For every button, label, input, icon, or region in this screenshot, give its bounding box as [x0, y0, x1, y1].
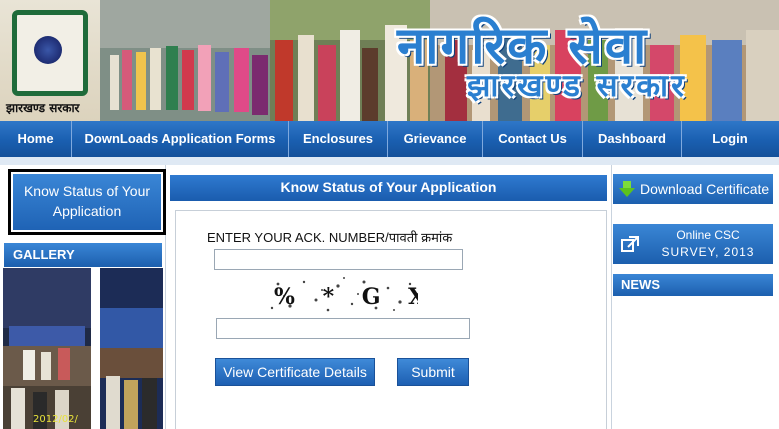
logo: झारखण्ड सरकार [0, 0, 100, 121]
nav-login[interactable]: Login [682, 121, 778, 157]
nav-divider [0, 157, 779, 165]
online-csc-survey-button[interactable]: Online CSC SURVEY, 2013 [613, 224, 773, 264]
captcha-text: % * G X [274, 284, 418, 310]
nav-downloads[interactable]: DownLoads Application Forms [72, 121, 289, 157]
gallery-photo-2-image [100, 268, 163, 429]
gallery-heading: GALLERY [4, 243, 162, 267]
left-sidebar: Know Status of Your Application GALLERY … [0, 165, 166, 429]
banner-subtitle: झारखण्ड सरकार [467, 68, 687, 104]
gallery-caption: 2012/02/ [33, 414, 79, 425]
csc-survey-line-2: SURVEY, 2013 [661, 245, 755, 259]
captcha-image: % * G X [268, 276, 418, 314]
csc-survey-line-1: Online CSC [676, 228, 740, 242]
know-status-highlight: Know Status of Your Application [8, 169, 166, 235]
submit-button[interactable]: Submit [397, 358, 469, 386]
nav-dashboard[interactable]: Dashboard [583, 121, 682, 157]
logo-caption: झारखण्ड सरकार [6, 101, 80, 115]
main-nav: Home DownLoads Application Forms Enclosu… [0, 121, 779, 157]
gallery-photo-2[interactable] [100, 268, 163, 429]
nav-home[interactable]: Home [0, 121, 72, 157]
right-sidebar [611, 165, 779, 429]
download-certificate-button[interactable]: Download Certificate [613, 174, 773, 204]
ack-number-input[interactable] [214, 249, 463, 270]
gallery-photo-1[interactable]: 2012/02/ [3, 268, 91, 429]
application-status-heading: Know Status of Your Application [170, 175, 607, 201]
news-heading: NEWS [613, 274, 773, 296]
view-certificate-details-button[interactable]: View Certificate Details [215, 358, 375, 386]
ashoka-chakra-icon [34, 36, 62, 64]
gallery-photo-1-image: 2012/02/ [3, 268, 91, 429]
nav-contact-us[interactable]: Contact Us [483, 121, 583, 157]
nav-grievance[interactable]: Grievance [388, 121, 483, 157]
know-status-button[interactable]: Know Status of Your Application [13, 174, 161, 230]
download-arrow-icon [619, 181, 635, 197]
download-certificate-label: Download Certificate [640, 181, 770, 197]
external-link-icon [621, 236, 639, 252]
captcha-input[interactable] [216, 318, 470, 339]
header-banner: झारखण्ड सरकार नागरिक सेवा झारखण्ड सरकार [0, 0, 779, 121]
nav-enclosures[interactable]: Enclosures [289, 121, 388, 157]
ack-number-label: ENTER YOUR ACK. NUMBER/पावती क्रमांक [207, 230, 453, 245]
